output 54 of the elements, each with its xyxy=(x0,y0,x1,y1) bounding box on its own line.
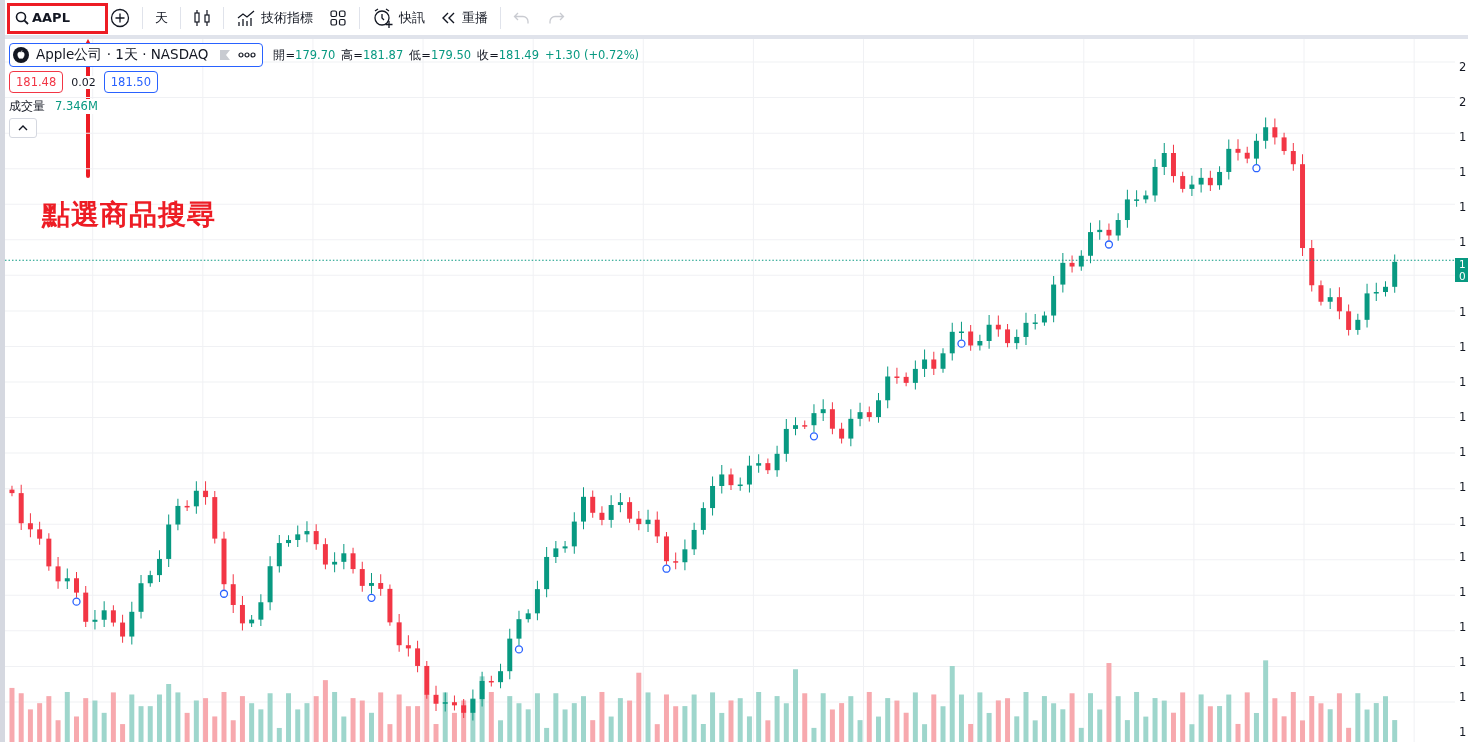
ohlc-value: 181.49 xyxy=(498,47,539,62)
price-axis-label: 1 xyxy=(1458,445,1468,459)
price-axis-label: 1 xyxy=(1458,340,1468,354)
price-axis-label: 1 xyxy=(1458,200,1468,214)
ohlc-label: 低= xyxy=(409,47,431,62)
ohlc-label: 收= xyxy=(477,47,499,62)
price-axis-label: 1 xyxy=(1458,130,1468,144)
grid-icon xyxy=(329,8,347,27)
symbol-search-field[interactable]: AAPL xyxy=(9,3,101,32)
collapse-button[interactable] xyxy=(9,118,37,138)
sell-price-button[interactable]: 181.48 xyxy=(9,71,64,93)
indicators-button[interactable]: 技術指標 xyxy=(229,2,320,33)
plus-circle-icon xyxy=(110,7,130,28)
chevron-up-icon xyxy=(18,125,28,131)
buy-price-button[interactable]: 181.50 xyxy=(103,71,158,93)
price-axis-label: 1 xyxy=(1458,620,1468,634)
price-axis-label: 2 xyxy=(1458,95,1468,109)
interval-button[interactable]: 天 xyxy=(148,2,175,33)
rewind-icon xyxy=(441,10,457,25)
candlestick-icon xyxy=(193,7,211,28)
price-axis-label: 1 xyxy=(1458,690,1468,704)
redo-icon xyxy=(547,10,565,25)
price-axis-label: 2 xyxy=(1458,60,1468,74)
flag-icon xyxy=(219,49,232,61)
alarm-clock-icon xyxy=(372,6,394,29)
undo-icon xyxy=(513,10,531,25)
price-axis-label: 1 xyxy=(1458,515,1468,529)
price-axis-label: 1 xyxy=(1458,305,1468,319)
price-axis-label: 1 xyxy=(1458,375,1468,389)
price-axis-label: 1 xyxy=(1458,585,1468,599)
price-axis-label: 1 xyxy=(1458,235,1468,249)
ohlc-label: 開= xyxy=(273,47,296,62)
alert-button[interactable]: 快訊 xyxy=(365,2,432,33)
replay-button[interactable]: 重播 xyxy=(434,2,495,33)
ohlc-value: 179.70 xyxy=(295,47,336,62)
ohlc-label: 高= xyxy=(341,47,363,62)
apple-logo-icon xyxy=(13,47,29,63)
price-axis-label: 1 xyxy=(1458,480,1468,494)
volume-label: 成交量 xyxy=(9,99,45,114)
ohlc-value: 179.50 xyxy=(430,47,472,62)
spread-value: 0.02 xyxy=(71,75,96,89)
volume-value: 7.346M xyxy=(55,99,98,114)
price-change: +1.30 (+0.72%) xyxy=(545,47,640,63)
price-axis-label: 1 xyxy=(1458,655,1468,669)
price-axis-label: 1 xyxy=(1458,550,1468,564)
price-axis-label: 1 xyxy=(1458,165,1468,179)
price-axis-label: 1 xyxy=(1458,725,1468,739)
symbol-title[interactable]: Apple公司 · 1天 · NASDAQ xyxy=(9,43,264,67)
ohlc-value: 181.87 xyxy=(363,47,404,62)
search-icon xyxy=(15,10,29,25)
last-price-label: 1 0 xyxy=(1455,258,1468,282)
annotation-text: 點選商品搜尋 xyxy=(42,197,216,233)
more-icon xyxy=(238,52,257,58)
price-axis-label: 1 xyxy=(1458,410,1468,424)
